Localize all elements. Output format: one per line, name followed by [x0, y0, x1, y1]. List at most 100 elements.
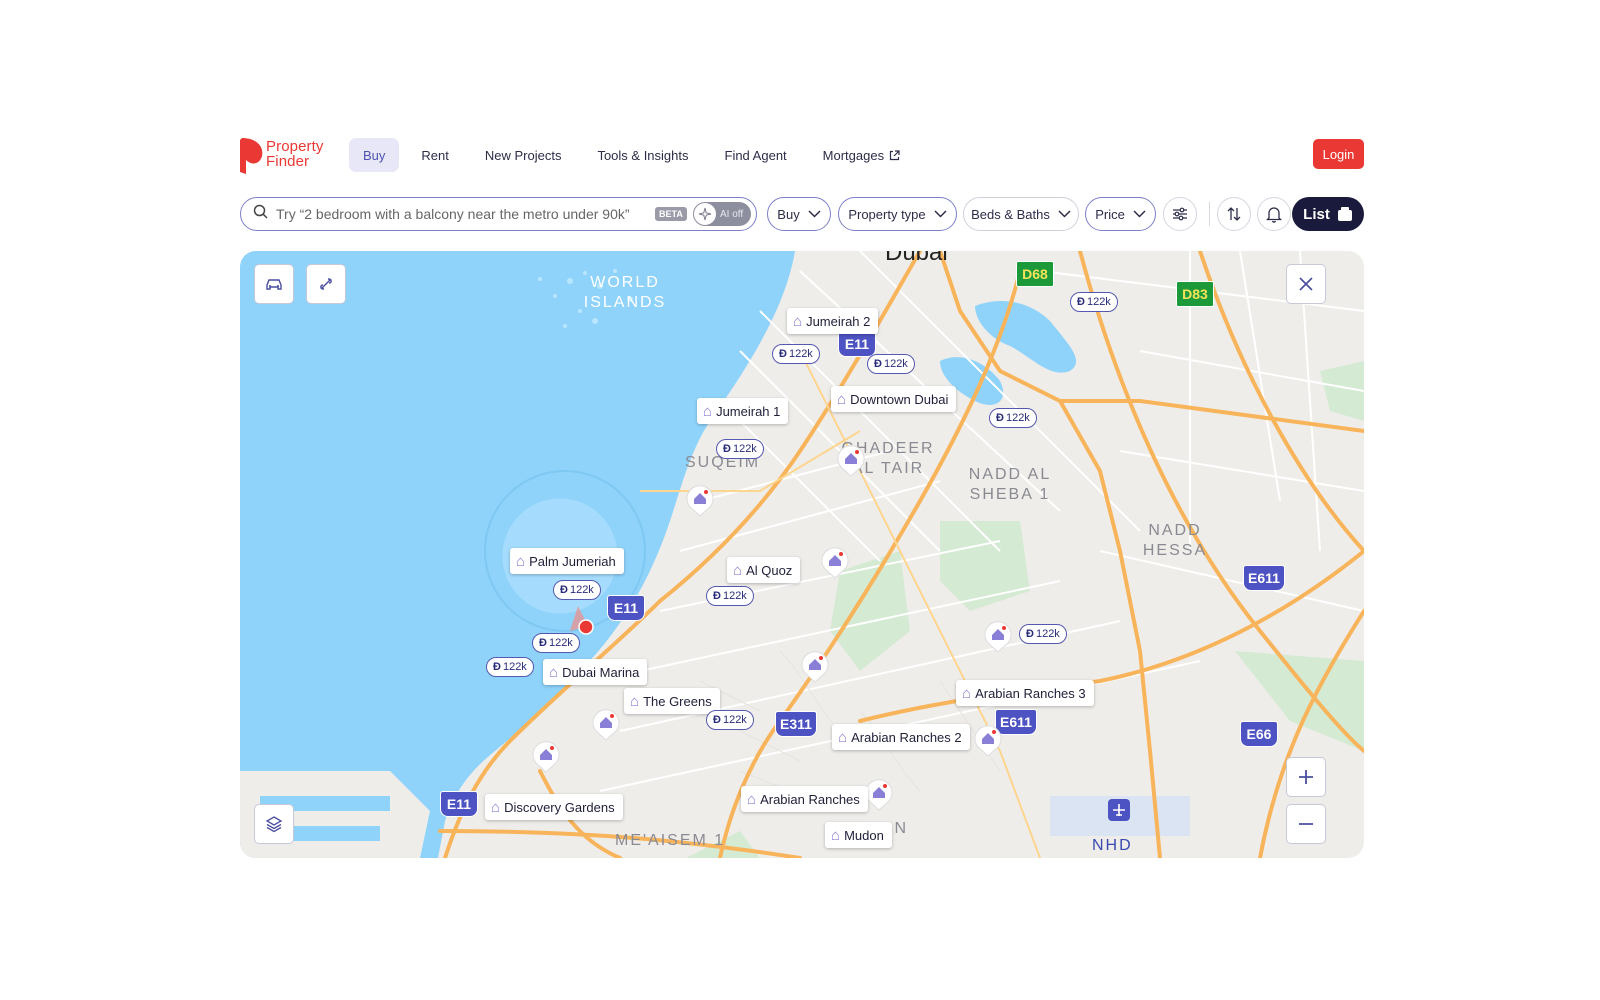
price-pin[interactable]: Đ 122k: [706, 710, 754, 730]
sort-button[interactable]: [1217, 197, 1251, 231]
search-bar: BETA AI off: [240, 197, 757, 231]
price-pin[interactable]: Đ 122k: [772, 344, 820, 364]
location-label-the-greens[interactable]: ⌂ The Greens: [624, 688, 720, 714]
area-label-nhd: NHD: [1092, 837, 1133, 854]
location-label-arabian-ranches[interactable]: ⌂ Arabian Ranches: [741, 786, 868, 812]
chevron-down-icon: [808, 210, 821, 218]
location-label-downtown-dubai[interactable]: ⌂ Downtown Dubai: [831, 386, 957, 412]
home-pin-icon[interactable]: [984, 619, 1012, 653]
logo-mark-icon: [240, 138, 263, 174]
home-icon: ⌂: [962, 684, 972, 702]
location-label-discovery-gardens[interactable]: ⌂ Discovery Gardens: [485, 794, 623, 820]
zoom-out-button[interactable]: [1286, 804, 1326, 844]
nav-new-projects[interactable]: New Projects: [471, 138, 576, 172]
price-pin[interactable]: Đ 122k: [1019, 624, 1067, 644]
road-shield-e11: E11: [607, 595, 645, 621]
price-pin[interactable]: Đ 122k: [486, 657, 534, 677]
home-icon: ⌂: [491, 798, 501, 816]
drive-time-button[interactable]: [254, 264, 294, 304]
close-map-button[interactable]: [1286, 264, 1326, 304]
buy-dropdown[interactable]: Buy: [767, 197, 831, 231]
location-label-mudon[interactable]: ⌂ Mudon: [825, 822, 892, 848]
home-icon: ⌂: [733, 561, 743, 579]
home-icon: ⌂: [831, 826, 841, 844]
location-label-jumeirah-2[interactable]: ⌂ Jumeirah 2: [787, 308, 879, 334]
home-pin-icon[interactable]: [686, 483, 714, 517]
airport-icon: [1108, 799, 1130, 821]
main-nav: Buy Rent New Projects Tools & Insights F…: [349, 138, 922, 172]
home-pin-icon[interactable]: [974, 723, 1002, 757]
road-shield-e11: E11: [440, 791, 478, 817]
price-label: Price: [1095, 206, 1125, 222]
home-icon: ⌂: [630, 692, 640, 710]
buy-dropdown-label: Buy: [777, 206, 800, 222]
draw-area-button[interactable]: [306, 264, 346, 304]
nav-buy[interactable]: Buy: [349, 138, 400, 172]
home-icon: ⌂: [837, 390, 847, 408]
chevron-down-icon: [1133, 210, 1146, 218]
road-shield-d68: D68: [1016, 261, 1054, 287]
price-pin[interactable]: Đ 122k: [532, 633, 580, 653]
home-pin-icon[interactable]: [865, 777, 893, 811]
road-shield-e311: E311: [775, 711, 817, 737]
home-pin-icon[interactable]: [801, 649, 829, 683]
logo-wordmark: Property Finder: [266, 138, 324, 170]
layers-icon: [265, 816, 283, 833]
login-button[interactable]: Login: [1313, 139, 1364, 169]
price-pin[interactable]: Đ 122k: [867, 354, 915, 374]
top-header: Property Finder Buy Rent New Projects To…: [240, 136, 1364, 176]
price-pin[interactable]: Đ 122k: [716, 439, 764, 459]
chevron-down-icon: [934, 210, 947, 218]
price-pin[interactable]: Đ 122k: [989, 408, 1037, 428]
alert-button[interactable]: [1257, 197, 1291, 231]
location-label-arabian-ranches-3[interactable]: ⌂ Arabian Ranches 3: [956, 680, 1094, 706]
map-layers-button[interactable]: [254, 804, 294, 844]
search-input[interactable]: [276, 206, 646, 222]
ai-toggle[interactable]: AI off: [693, 202, 751, 226]
price-dropdown[interactable]: Price: [1085, 197, 1156, 231]
price-pin[interactable]: Đ 122k: [1070, 292, 1118, 312]
home-icon: ⌂: [793, 312, 803, 330]
location-label-palm-jumeriah[interactable]: ⌂ Palm Jumeriah: [510, 548, 624, 574]
divider: [1209, 202, 1210, 226]
property-type-dropdown[interactable]: Property type: [838, 197, 957, 231]
property-finder-logo[interactable]: Property Finder: [240, 136, 340, 176]
close-icon: [1299, 277, 1313, 291]
beta-badge: BETA: [655, 207, 687, 221]
price-pin[interactable]: Đ 122k: [706, 586, 754, 606]
location-label-dubai-marina[interactable]: ⌂ Dubai Marina: [543, 659, 648, 685]
road-shield-e66: E66: [1240, 721, 1278, 747]
home-pin-icon[interactable]: [821, 545, 849, 579]
area-label-nadd-hessa: NADD HESSA: [1142, 522, 1208, 559]
nav-tools-insights[interactable]: Tools & Insights: [583, 138, 702, 172]
location-label-jumeirah-1[interactable]: ⌂ Jumeirah 1: [697, 398, 789, 424]
list-view-button[interactable]: List: [1292, 197, 1364, 231]
bell-icon: [1266, 206, 1282, 223]
area-label-meaisem: ME'AISEM 1: [615, 832, 726, 849]
price-pin[interactable]: Đ 122k: [553, 580, 601, 600]
beds-baths-dropdown[interactable]: Beds & Baths: [963, 197, 1079, 231]
zoom-in-button[interactable]: [1286, 757, 1326, 797]
nav-rent[interactable]: Rent: [407, 138, 462, 172]
more-filters-button[interactable]: [1163, 197, 1197, 231]
home-icon: ⌂: [838, 728, 848, 746]
location-label-al-quoz[interactable]: ⌂ Al Quoz: [727, 557, 801, 583]
draw-icon: [320, 278, 332, 290]
ai-toggle-label: AI off: [720, 208, 744, 220]
map-view[interactable]: Dubai WORLD ISLANDS SUQEIM GHADEER AL TA…: [240, 251, 1364, 858]
home-icon: ⌂: [549, 663, 559, 681]
sliders-icon: [1173, 207, 1187, 221]
location-label-arabian-ranches-2[interactable]: ⌂ Arabian Ranches 2: [832, 724, 970, 750]
home-pin-icon[interactable]: [592, 707, 620, 741]
search-icon: [253, 204, 268, 224]
home-pin-icon[interactable]: [532, 739, 560, 773]
car-icon: [266, 279, 282, 290]
filter-bar: BETA AI off Buy Property type Beds & Bat…: [240, 197, 1364, 231]
nav-find-agent[interactable]: Find Agent: [711, 138, 801, 172]
plus-icon: [1299, 770, 1313, 784]
nav-mortgages[interactable]: Mortgages: [809, 138, 914, 172]
sort-arrows-icon: [1227, 207, 1241, 221]
area-label-world-islands: WORLD ISLANDS: [583, 274, 667, 311]
home-pin-icon[interactable]: [837, 443, 865, 477]
minus-icon: [1299, 823, 1313, 825]
